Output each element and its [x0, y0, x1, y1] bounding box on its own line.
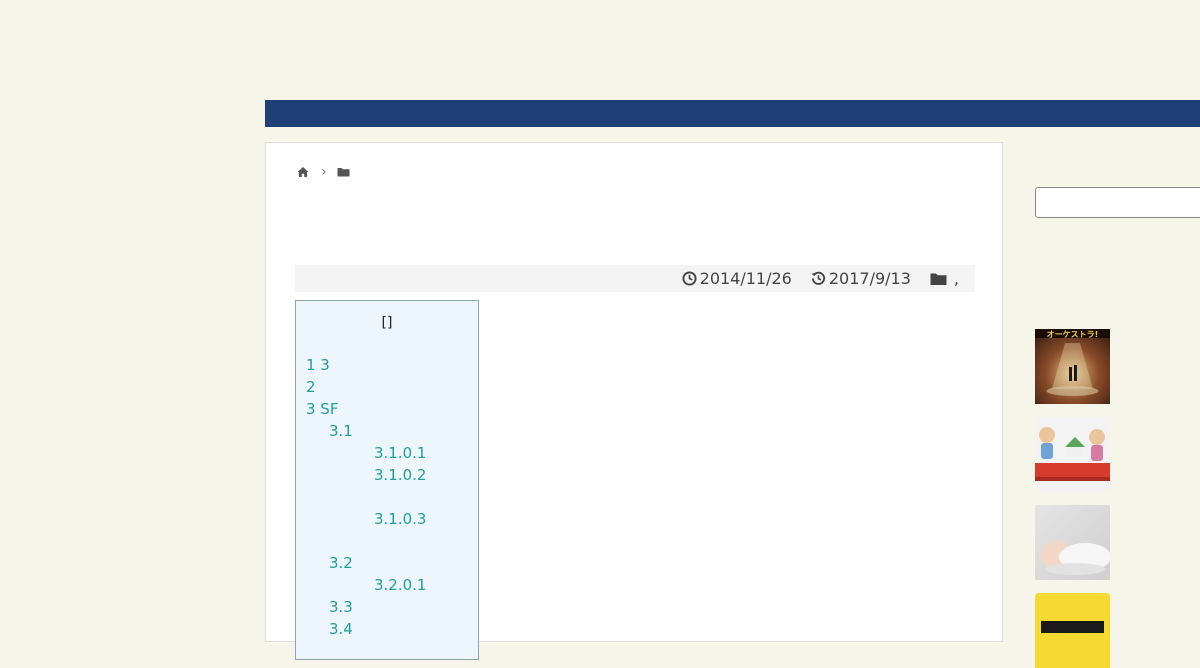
- top-navigation-bar[interactable]: [265, 100, 1200, 127]
- toc-item[interactable]: 3.1: [306, 420, 426, 442]
- toc-title[interactable]: []: [296, 315, 478, 331]
- yellow-thumbnail-image: [1041, 621, 1104, 633]
- folder-icon: [930, 273, 947, 285]
- updated-date-text: 2017/9/13: [828, 269, 911, 288]
- home-icon[interactable]: [297, 166, 309, 178]
- article-card: › 2014/11/26 2017/9/13 , [] 1 3 2 3 SF 3…: [265, 142, 1003, 660]
- toc-item[interactable]: 3.1.0.1: [306, 442, 426, 464]
- sidebar-thumbnail-baby[interactable]: [1035, 505, 1110, 580]
- breadcrumb: ›: [297, 164, 350, 180]
- table-of-contents: [] 1 3 2 3 SF 3.1 3.1.0.1 3.1.0.2 3.1.0.…: [295, 300, 479, 660]
- toc-list: 1 3 2 3 SF 3.1 3.1.0.1 3.1.0.2 3.1.0.3 3…: [306, 354, 426, 640]
- baby-thumbnail-image: [1041, 541, 1110, 575]
- updated-date: 2017/9/13: [811, 269, 911, 288]
- toc-item[interactable]: 3.2.0.1: [306, 574, 426, 596]
- history-icon: [811, 271, 825, 285]
- category-list: ,: [930, 269, 959, 288]
- sidebar-thumbnail-yellow[interactable]: [1035, 593, 1110, 668]
- thumbnail-logo-text: オーケストラ!: [1047, 330, 1099, 339]
- toc-item[interactable]: 3 SF: [306, 398, 426, 420]
- post-meta-bar: 2014/11/26 2017/9/13 ,: [295, 265, 975, 292]
- chevron-right-icon: ›: [321, 164, 327, 180]
- toc-item-blank: [306, 530, 426, 552]
- published-date: 2014/11/26: [682, 269, 792, 288]
- toc-item[interactable]: 2: [306, 376, 426, 398]
- toc-item[interactable]: 1 3: [306, 354, 426, 376]
- sidebar-thumbnail-house[interactable]: [1035, 417, 1110, 492]
- toc-item-blank: [306, 486, 426, 508]
- toc-item[interactable]: 3.1.0.3: [306, 508, 426, 530]
- house-thumbnail-image: [1035, 427, 1110, 481]
- sidebar-thumbnail-orchestra[interactable]: オーケストラ!: [1035, 329, 1110, 404]
- orchestra-thumbnail-image: オーケストラ!: [1035, 329, 1110, 396]
- published-date-text: 2014/11/26: [699, 269, 792, 288]
- toc-item[interactable]: 3.3: [306, 596, 426, 618]
- toc-item[interactable]: 3.2: [306, 552, 426, 574]
- toc-item[interactable]: 3.1.0.2: [306, 464, 426, 486]
- toc-item[interactable]: 3.4: [306, 618, 426, 640]
- category-separator: ,: [953, 269, 959, 288]
- folder-icon[interactable]: [337, 166, 350, 178]
- clock-icon: [682, 271, 697, 286]
- sidebar-search-input[interactable]: [1035, 187, 1200, 218]
